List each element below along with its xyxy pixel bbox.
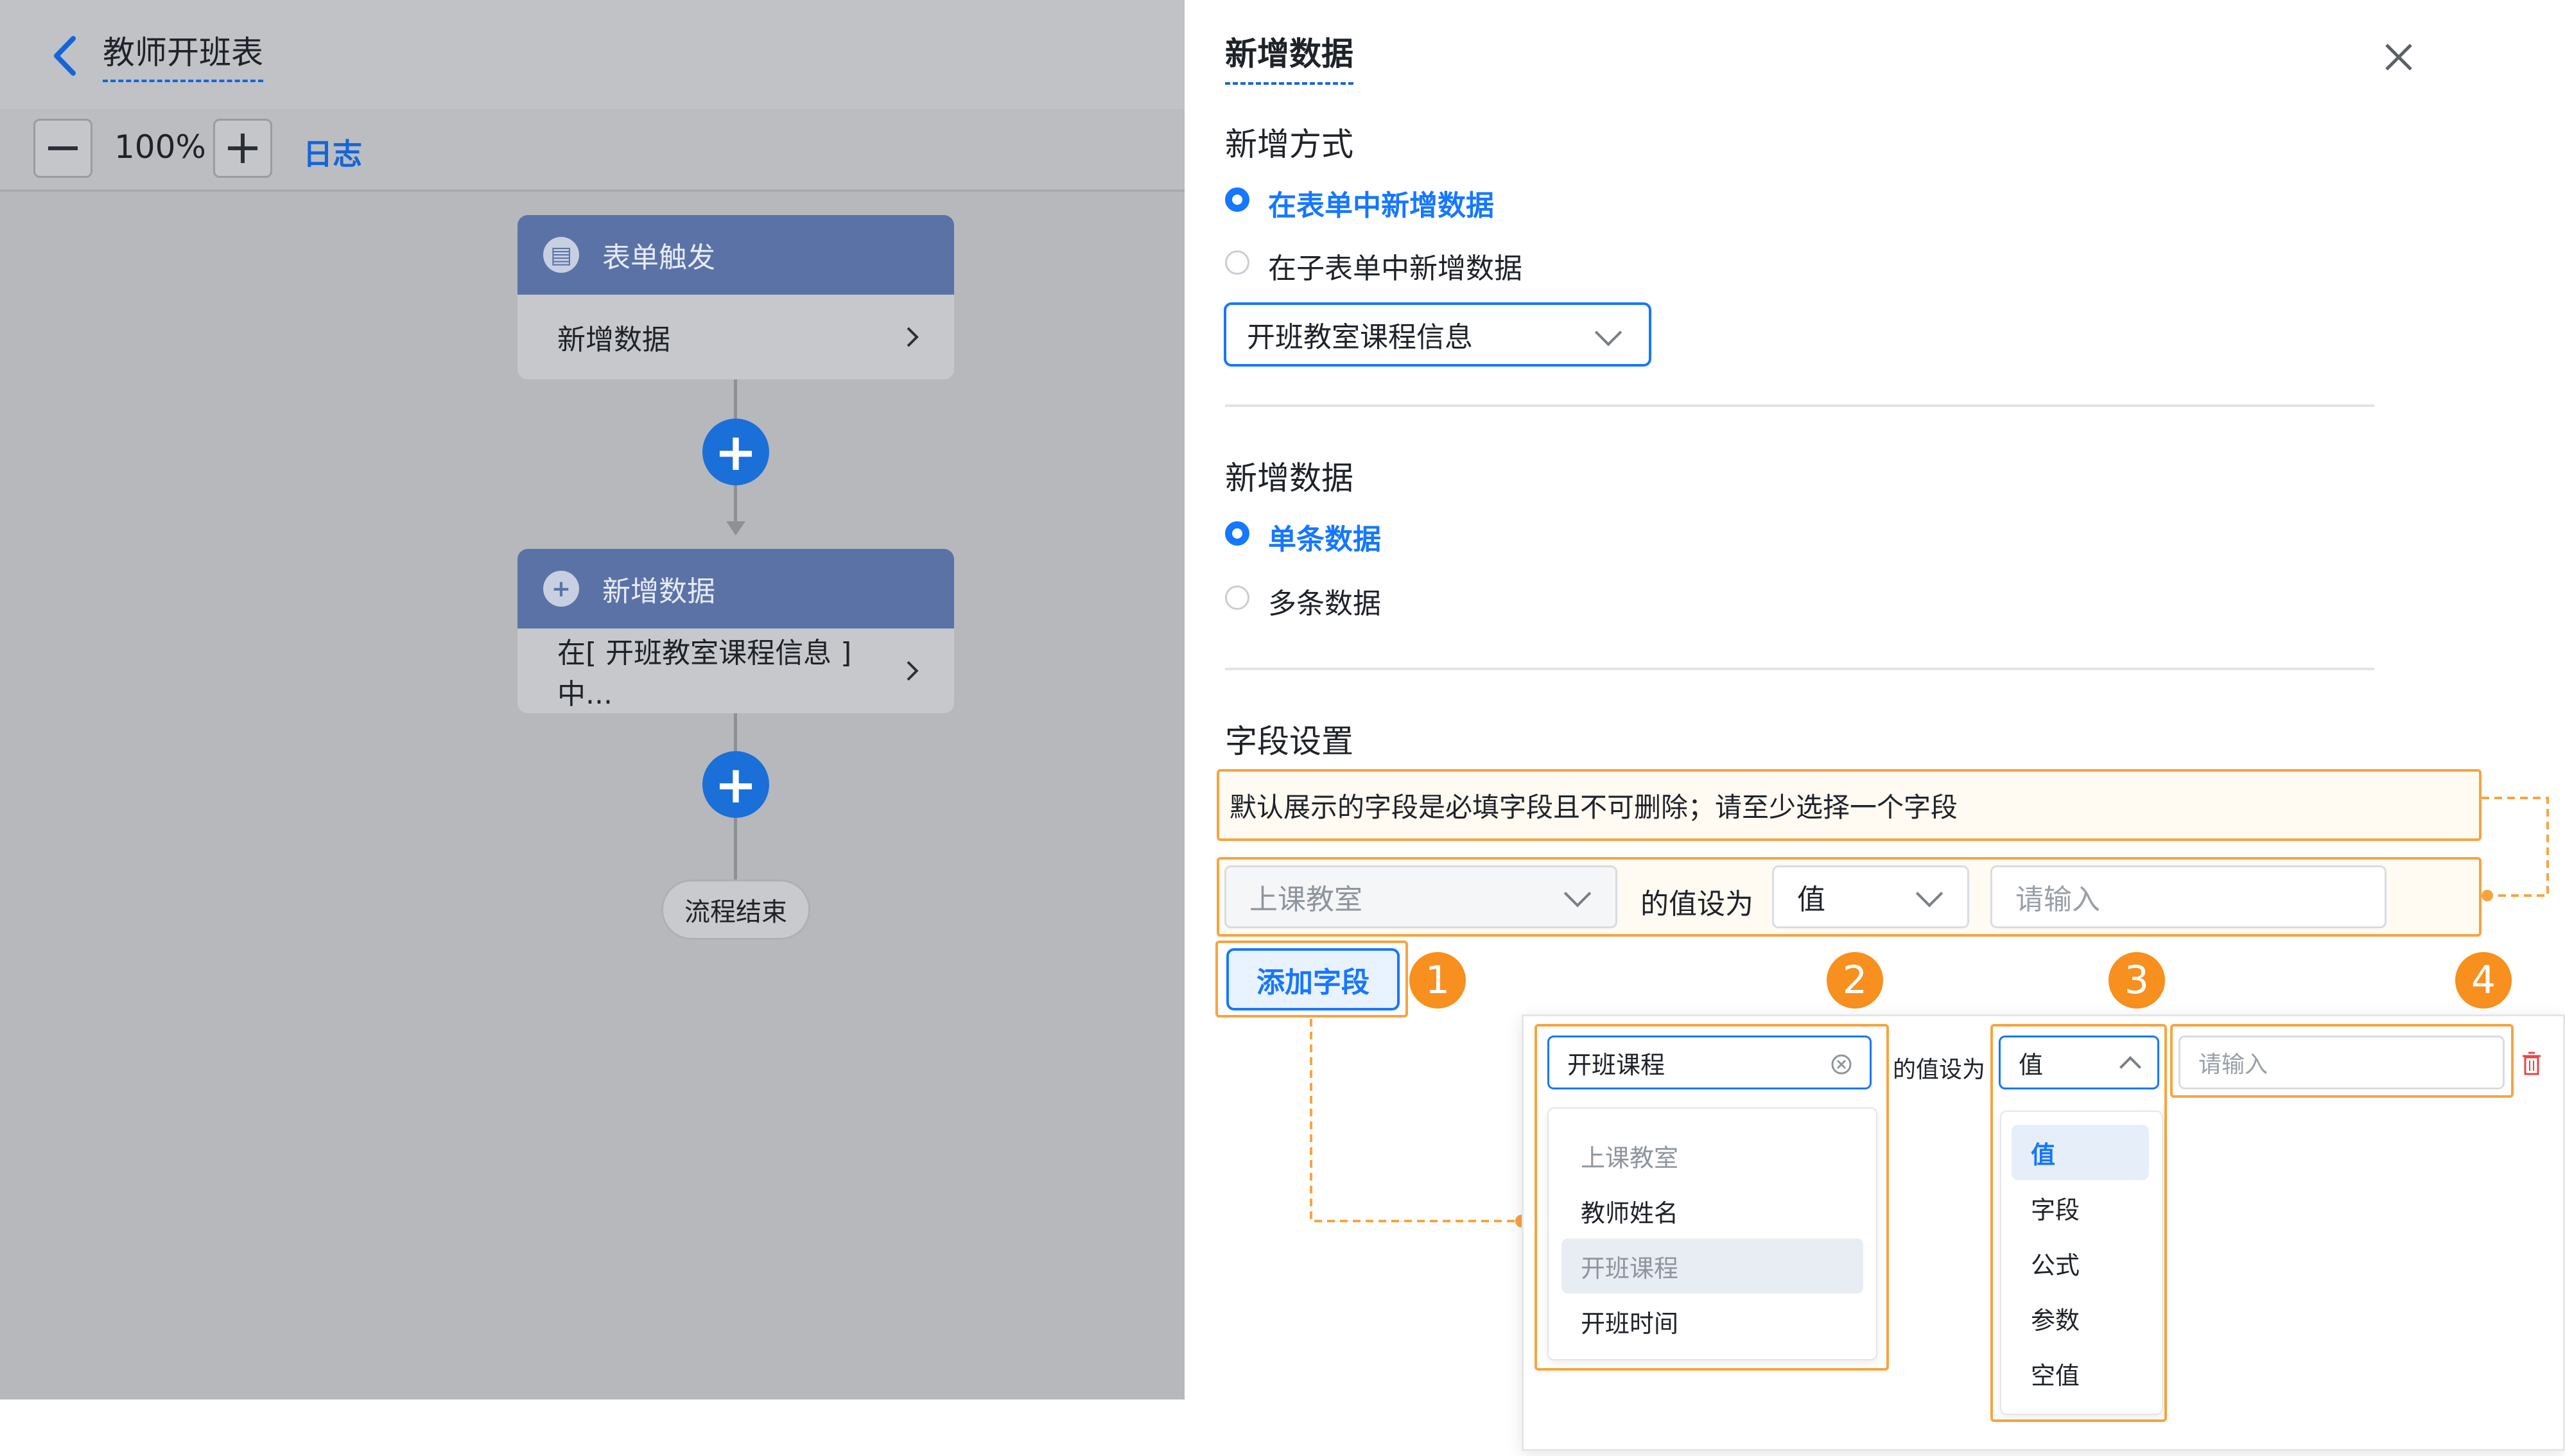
type-select-value: 值: [2019, 1050, 2044, 1079]
annotation-connector: [2482, 797, 2549, 901]
delete-icon[interactable]: [2520, 1051, 2543, 1077]
step-badge-1: 1: [1409, 952, 1466, 1009]
field-options-list: 上课教室 教师姓名 开班课程 开班时间: [1547, 1107, 1877, 1360]
zoom-level: 100%: [114, 128, 206, 166]
panel-title: 新增数据: [1225, 28, 1353, 85]
radio-label-in-subform[interactable]: 在子表单中新增数据: [1268, 245, 1522, 286]
field-option[interactable]: 教师姓名: [1561, 1183, 1863, 1238]
radio-in-subform[interactable]: [1225, 250, 1249, 275]
action-node-body: 在[ 开班教室课程信息 ]中...: [557, 637, 852, 711]
log-link[interactable]: 日志: [303, 131, 362, 173]
radio-in-form[interactable]: [1225, 187, 1249, 212]
set-value-label: 的值设为: [1893, 1057, 1986, 1083]
back-arrow-icon[interactable]: [50, 33, 80, 78]
field-search-value: 开班课程: [1567, 1050, 1665, 1079]
form-select-value: 开班教室课程信息: [1247, 321, 1473, 354]
chevron-right-icon: [907, 327, 919, 347]
trigger-node-title: 表单触发: [602, 241, 715, 274]
field-option[interactable]: 开班时间: [1561, 1294, 1863, 1349]
type-select[interactable]: 值: [1999, 1036, 2159, 1089]
type-options-list: 值 字段 公式 参数 空值: [2000, 1111, 2163, 1415]
step-badge-3: 3: [2109, 952, 2165, 1009]
close-icon[interactable]: [2379, 37, 2419, 77]
step-badge-2: 2: [1827, 952, 1883, 1009]
plus-icon: [228, 134, 257, 163]
value-input-placeholder: 请输入: [2198, 1052, 2268, 1078]
radio-label-multiple[interactable]: 多条数据: [1268, 580, 1381, 621]
value-input[interactable]: 请输入: [2178, 1036, 2505, 1089]
chevron-up-icon: [2119, 1056, 2141, 1078]
field-section-title: 字段设置: [1225, 723, 1353, 760]
field-option[interactable]: 上课教室: [1561, 1128, 1863, 1183]
field-option[interactable]: 开班课程: [1561, 1238, 1863, 1294]
radio-label-single[interactable]: 单条数据: [1268, 516, 1381, 557]
type-option[interactable]: 参数: [2012, 1290, 2149, 1346]
required-tip: 默认展示的字段是必填字段且不可删除；请至少选择一个字段: [1217, 769, 2482, 841]
type-option[interactable]: 字段: [2012, 1180, 2149, 1235]
trigger-node-body: 新增数据: [557, 324, 670, 356]
method-section-title: 新增方式: [1225, 126, 1353, 163]
required-field-select: 上课教室: [1224, 865, 1617, 928]
zoom-out-button[interactable]: [33, 119, 92, 178]
radio-label-in-form[interactable]: 在表单中新增数据: [1268, 182, 1494, 223]
add-field-button[interactable]: 添加字段: [1226, 948, 1400, 1010]
clear-icon[interactable]: [1830, 1053, 1853, 1076]
add-step-button[interactable]: +: [702, 419, 769, 485]
add-circle-icon: +: [543, 571, 579, 607]
form-select[interactable]: 开班教室课程信息: [1224, 302, 1651, 367]
action-node-title: 新增数据: [602, 575, 715, 608]
chevron-down-icon: [1915, 880, 1943, 908]
divider: [1225, 404, 2374, 407]
step-badge-4: 4: [2455, 952, 2512, 1009]
type-option[interactable]: 空值: [2012, 1346, 2149, 1401]
page-title[interactable]: 教师开班表: [103, 27, 263, 82]
flow-end-node: 流程结束: [661, 880, 810, 940]
value-type-select[interactable]: 值: [1772, 865, 1969, 928]
type-option[interactable]: 公式: [2012, 1235, 2149, 1290]
zoom-in-button[interactable]: [213, 119, 272, 178]
form-icon: ▤: [543, 237, 579, 273]
value-input[interactable]: 请输入: [1990, 865, 2387, 928]
arrow-down-icon: [726, 521, 745, 535]
field-search-input[interactable]: 开班课程: [1547, 1036, 1872, 1089]
annotation-connector: [1310, 1019, 1528, 1227]
minus-icon: [48, 146, 78, 150]
radio-single[interactable]: [1225, 521, 1249, 546]
divider: [1225, 668, 2374, 670]
type-option[interactable]: 值: [2012, 1125, 2149, 1180]
trigger-node[interactable]: ▤ 表单触发 新增数据: [517, 215, 954, 379]
action-node[interactable]: + 新增数据 在[ 开班教室课程信息 ]中...: [517, 549, 954, 713]
chevron-down-icon: [1563, 880, 1592, 908]
chevron-right-icon: [907, 661, 919, 681]
set-value-label: 的值设为: [1640, 888, 1753, 921]
add-step-button[interactable]: +: [702, 751, 769, 818]
required-field-value: 上课教室: [1249, 883, 1362, 916]
radio-multiple[interactable]: [1225, 585, 1249, 610]
data-section-title: 新增数据: [1225, 460, 1353, 497]
value-input-placeholder: 请输入: [2015, 883, 2100, 916]
value-type-value: 值: [1797, 883, 1825, 916]
chevron-down-icon: [1594, 318, 1622, 347]
